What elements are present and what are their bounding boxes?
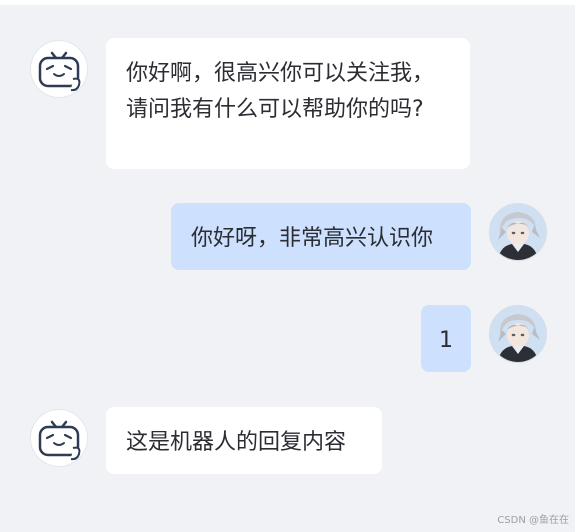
bot-message-row: 你好啊，很高兴你可以关注我，请问我有什么可以帮助你的吗? xyxy=(0,5,575,185)
user-message-row: 1 xyxy=(0,297,575,377)
user-message-bubble[interactable]: 1 xyxy=(421,305,471,372)
watermark: CSDN @鱼在在 xyxy=(497,515,569,526)
message-text: 你好啊，很高兴你可以关注我，请问我有什么可以帮助你的吗? xyxy=(126,61,435,122)
chat-message-list[interactable]: 你好啊，很高兴你可以关注我，请问我有什么可以帮助你的吗? 你好呀，非常高兴认识你 xyxy=(0,5,575,532)
message-text: 你好呀，非常高兴认识你 xyxy=(191,226,434,251)
message-text: 1 xyxy=(439,328,453,353)
user-message-bubble[interactable]: 你好呀，非常高兴认识你 xyxy=(171,203,471,270)
bot-avatar-icon[interactable] xyxy=(30,40,88,98)
user-avatar[interactable] xyxy=(489,305,547,363)
user-avatar[interactable] xyxy=(489,203,547,261)
bot-message-bubble[interactable]: 这是机器人的回复内容 xyxy=(106,407,382,474)
bot-message-row: 这是机器人的回复内容 xyxy=(0,397,575,487)
bot-avatar-icon[interactable] xyxy=(30,409,88,467)
message-text: 这是机器人的回复内容 xyxy=(126,430,347,455)
user-message-row: 你好呀，非常高兴认识你 xyxy=(0,195,575,275)
bot-message-bubble[interactable]: 你好啊，很高兴你可以关注我，请问我有什么可以帮助你的吗? xyxy=(106,38,470,169)
